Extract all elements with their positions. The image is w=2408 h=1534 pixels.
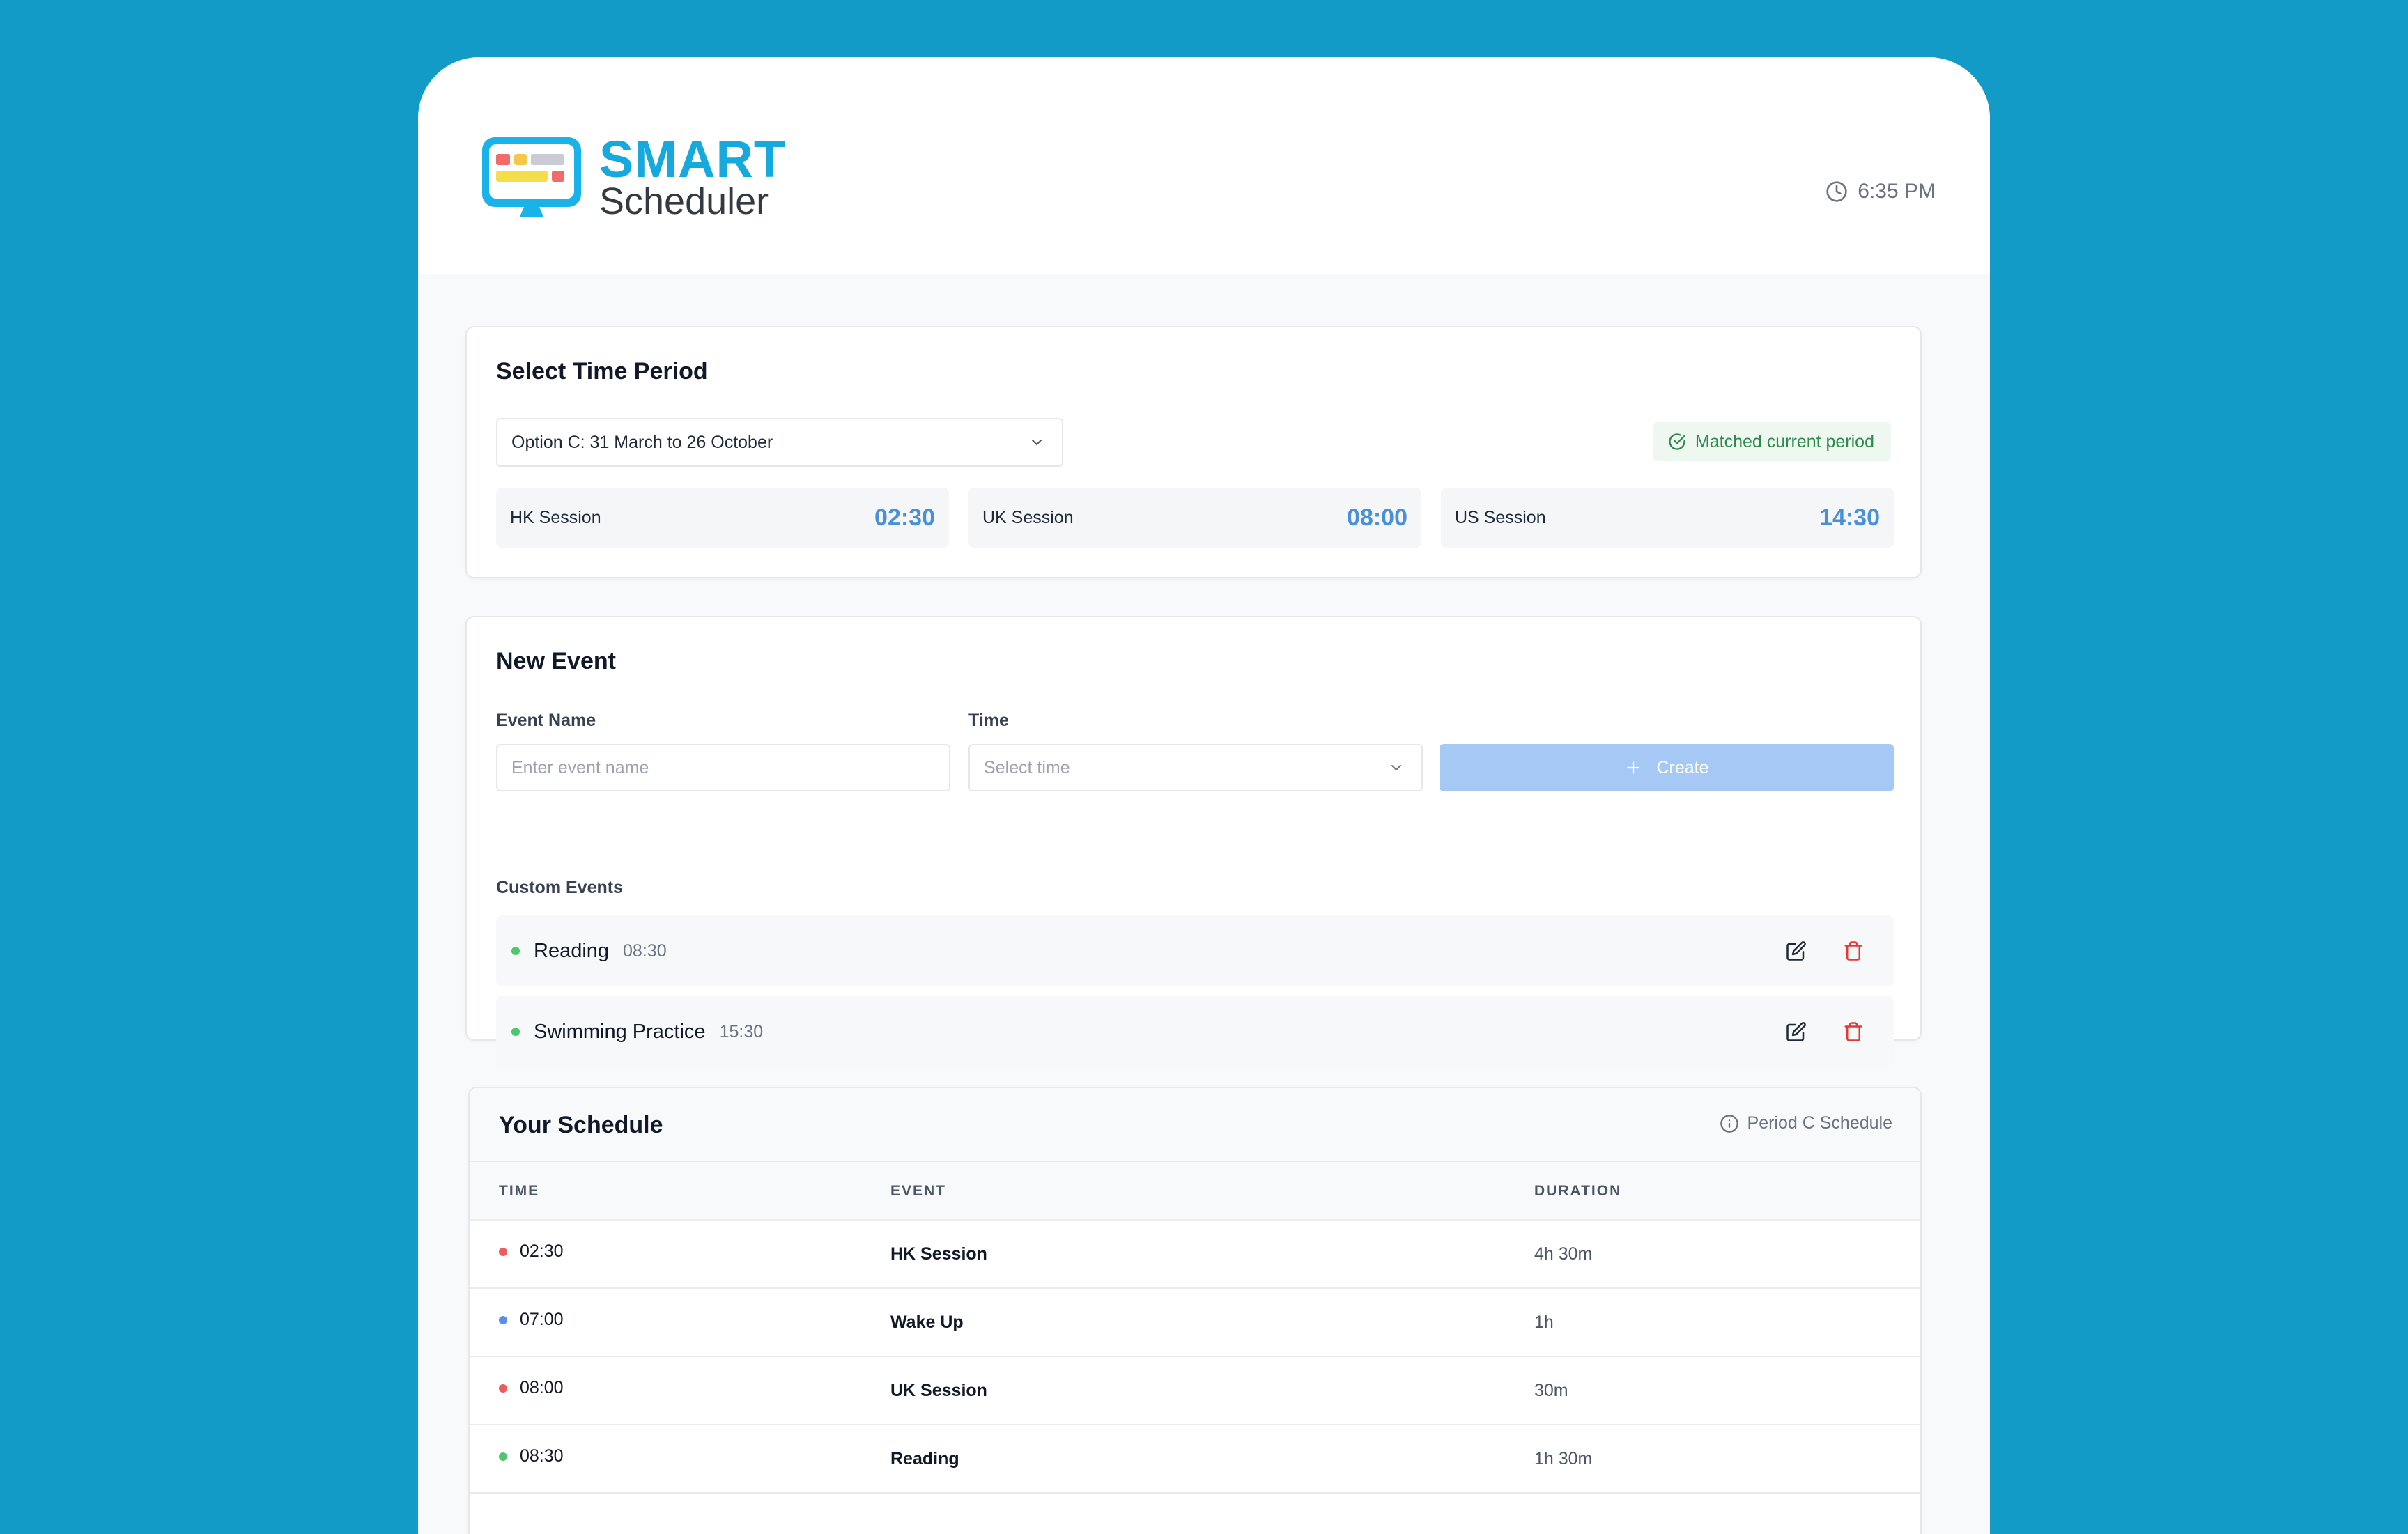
column-header-duration: DURATION bbox=[1534, 1183, 1622, 1199]
schedule-title: Your Schedule bbox=[499, 1112, 663, 1138]
clock-time: 6:35 PM bbox=[1858, 180, 1936, 203]
period-selected-value: Option C: 31 March to 26 October bbox=[511, 432, 773, 452]
trash-icon bbox=[1844, 1022, 1862, 1041]
edit-event-button[interactable] bbox=[1782, 937, 1810, 965]
custom-event-time: 08:30 bbox=[623, 940, 667, 961]
logo-subtitle: Scheduler bbox=[599, 180, 769, 222]
row-event: Reading bbox=[890, 1449, 959, 1469]
logo-title: SMART bbox=[599, 130, 787, 188]
monitor-logo-icon bbox=[482, 137, 581, 217]
info-icon bbox=[1720, 1114, 1738, 1133]
row-color-dot bbox=[499, 1315, 507, 1324]
check-circle-icon bbox=[1669, 433, 1685, 450]
delete-event-button[interactable] bbox=[1839, 937, 1867, 965]
time-select[interactable]: Select time bbox=[968, 744, 1423, 791]
period-schedule-note: Period C Schedule bbox=[1720, 1113, 1892, 1133]
row-duration: 4h 30m bbox=[1534, 1244, 1593, 1264]
app-logo: SMART Scheduler bbox=[478, 134, 786, 220]
row-time: 02:30 bbox=[499, 1241, 564, 1262]
session-us: US Session 14:30 bbox=[1441, 488, 1894, 548]
delete-event-button[interactable] bbox=[1839, 1018, 1867, 1046]
edit-icon bbox=[1786, 941, 1806, 961]
row-event: HK Session bbox=[890, 1244, 987, 1264]
session-time: 08:00 bbox=[1347, 504, 1407, 531]
trash-icon bbox=[1844, 941, 1862, 961]
schedule-card: Your Schedule Period C Schedule TIME EVE… bbox=[468, 1087, 1922, 1534]
row-event: UK Session bbox=[890, 1381, 987, 1400]
session-name: US Session bbox=[1455, 507, 1546, 527]
app-window: SMART Scheduler 6:35 PM Select Time Peri… bbox=[418, 57, 1990, 1534]
event-status-dot bbox=[511, 947, 520, 955]
row-time-value: 07:00 bbox=[520, 1310, 564, 1329]
row-time: 08:00 bbox=[499, 1378, 564, 1398]
create-button-label: Create bbox=[1656, 757, 1709, 777]
row-event: Wake Up bbox=[890, 1312, 964, 1332]
row-duration: 1h 30m bbox=[1534, 1449, 1593, 1469]
row-time: 07:00 bbox=[499, 1310, 564, 1330]
matched-period-text: Matched current period bbox=[1695, 431, 1874, 451]
column-header-time: TIME bbox=[499, 1183, 540, 1199]
create-event-button[interactable]: Create bbox=[1440, 744, 1894, 791]
edit-icon bbox=[1786, 1022, 1806, 1041]
chevron-down-icon bbox=[1032, 440, 1042, 446]
period-schedule-text: Period C Schedule bbox=[1747, 1113, 1892, 1133]
event-name-label: Event Name bbox=[496, 711, 596, 730]
row-time: 08:30 bbox=[499, 1446, 564, 1466]
chevron-down-icon bbox=[1391, 765, 1401, 771]
app-header: SMART Scheduler 6:35 PM bbox=[418, 57, 1990, 274]
period-select[interactable]: Option C: 31 March to 26 October bbox=[496, 418, 1063, 467]
session-time: 14:30 bbox=[1819, 504, 1880, 531]
schedule-table-header: TIME EVENT DURATION bbox=[470, 1162, 1920, 1221]
row-color-dot bbox=[499, 1384, 507, 1393]
row-duration: 1h bbox=[1534, 1312, 1554, 1332]
custom-events-label: Custom Events bbox=[496, 878, 623, 897]
row-color-dot bbox=[499, 1247, 507, 1256]
schedule-header: Your Schedule Period C Schedule bbox=[470, 1088, 1920, 1162]
time-label: Time bbox=[968, 711, 1009, 730]
period-title: Select Time Period bbox=[496, 358, 708, 385]
new-event-title: New Event bbox=[496, 648, 616, 674]
custom-event-time: 15:30 bbox=[719, 1021, 764, 1041]
row-time-value: 08:30 bbox=[520, 1446, 564, 1466]
row-color-dot bbox=[499, 1452, 507, 1461]
edit-event-button[interactable] bbox=[1782, 1018, 1810, 1046]
table-row: 08:00 UK Session 30m bbox=[470, 1357, 1920, 1425]
session-time: 02:30 bbox=[874, 504, 935, 531]
custom-event-item: Reading 08:30 bbox=[496, 915, 1894, 986]
row-duration: 30m bbox=[1534, 1381, 1568, 1400]
row-time-value: 02:30 bbox=[520, 1241, 564, 1261]
time-period-card: Select Time Period Option C: 31 March to… bbox=[465, 326, 1922, 578]
table-row: 02:30 HK Session 4h 30m bbox=[470, 1221, 1920, 1289]
custom-event-name: Reading bbox=[534, 939, 610, 962]
current-time: 6:35 PM bbox=[1826, 180, 1936, 203]
time-select-placeholder: Select time bbox=[984, 757, 1070, 777]
plus-icon bbox=[1627, 761, 1640, 774]
session-name: UK Session bbox=[982, 507, 1074, 527]
session-name: HK Session bbox=[510, 507, 601, 527]
column-header-event: EVENT bbox=[890, 1183, 947, 1199]
clock-icon bbox=[1826, 181, 1847, 202]
session-hk: HK Session 02:30 bbox=[496, 488, 949, 548]
custom-event-name: Swimming Practice bbox=[534, 1020, 706, 1043]
table-row: 07:00 Wake Up 1h bbox=[470, 1289, 1920, 1357]
event-status-dot bbox=[511, 1028, 520, 1036]
new-event-card: New Event Event Name Time Select time Cr… bbox=[465, 616, 1922, 1067]
custom-event-item: Swimming Practice 15:30 bbox=[496, 996, 1894, 1067]
matched-period-badge: Matched current period bbox=[1653, 422, 1891, 461]
event-name-input[interactable] bbox=[496, 744, 950, 791]
session-uk: UK Session 08:00 bbox=[968, 488, 1421, 548]
row-time-value: 08:00 bbox=[520, 1378, 564, 1397]
table-row: 08:30 Reading 1h 30m bbox=[470, 1425, 1920, 1494]
